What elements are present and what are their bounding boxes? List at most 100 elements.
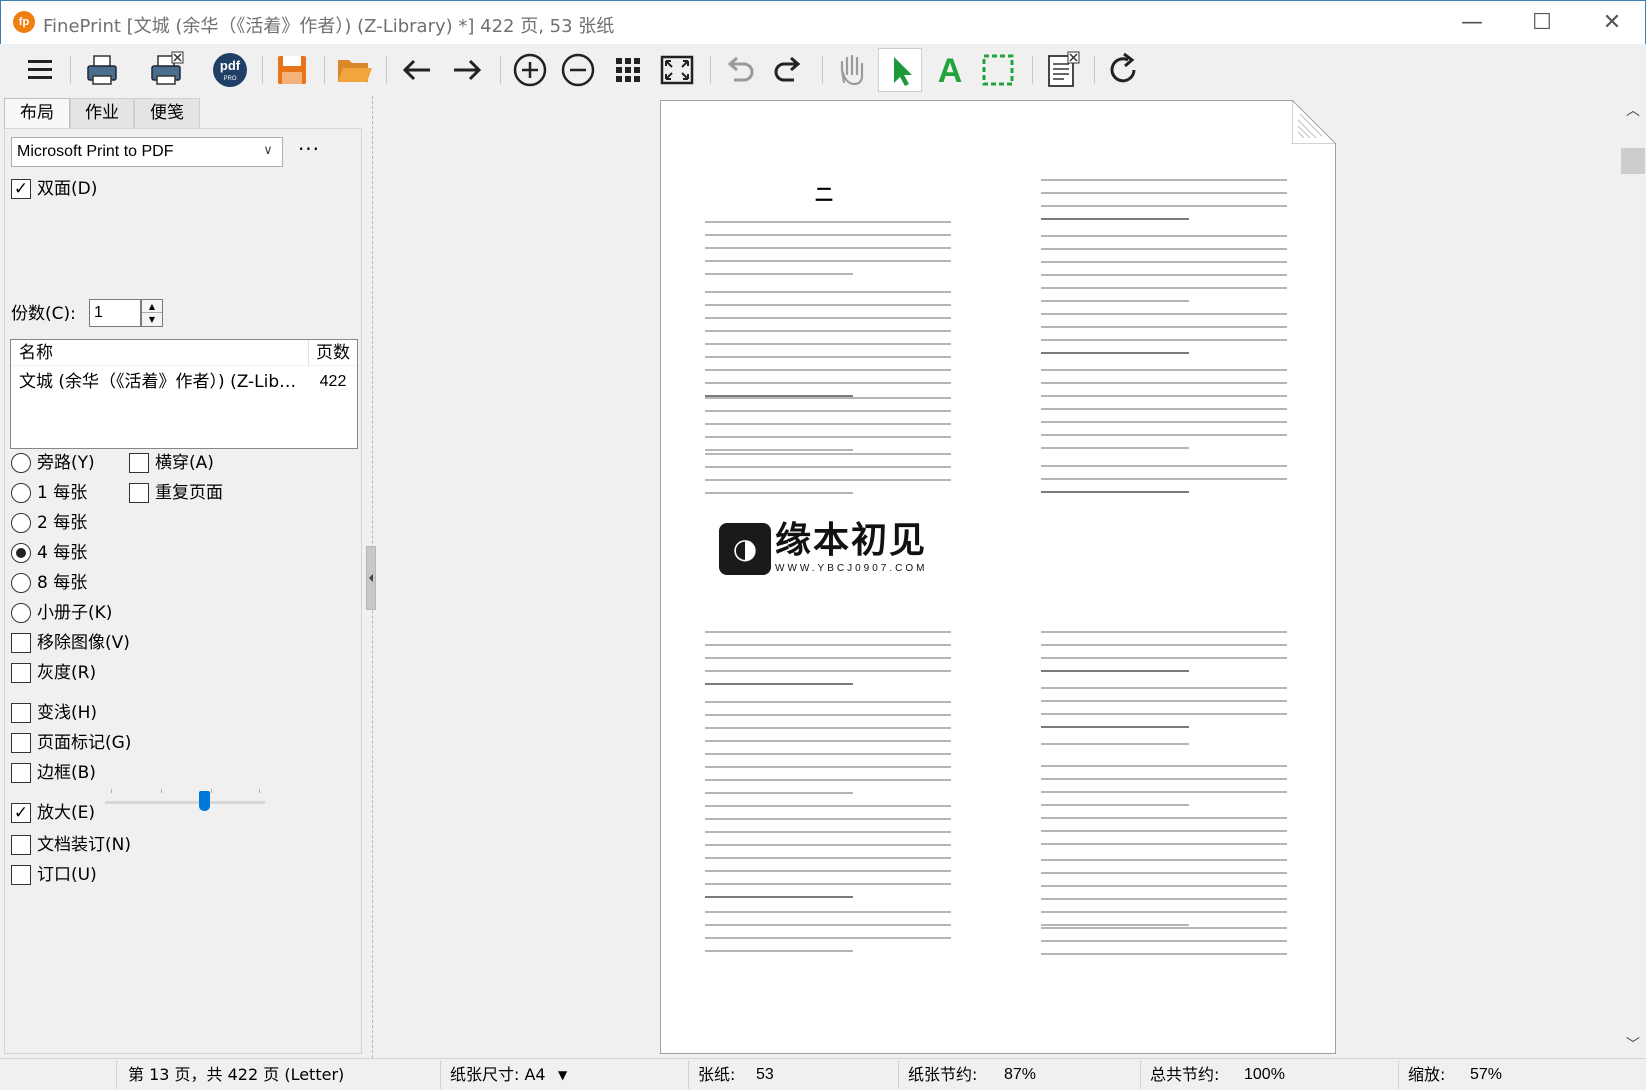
- watermark-url: WWW.YBCJ0907.COM: [775, 563, 928, 574]
- toolbar-separator: [500, 56, 501, 84]
- status-separator: [898, 1061, 899, 1089]
- select-tool-button[interactable]: [878, 48, 922, 92]
- duplex-label: 双面(D): [37, 179, 98, 199]
- radio-1-per-sheet[interactable]: [11, 483, 31, 503]
- 2-per-sheet-label: 2 每张: [37, 513, 88, 533]
- paper-size[interactable]: 纸张尺寸: A4: [450, 1059, 546, 1090]
- scroll-thumb[interactable]: [1621, 148, 1645, 174]
- scroll-down-icon[interactable]: ﹀: [1620, 1034, 1646, 1058]
- menu-icon: [28, 60, 52, 79]
- arrow-left-icon: [402, 59, 430, 81]
- text-block: [1041, 743, 1287, 756]
- scroll-up-icon[interactable]: ︿: [1620, 100, 1646, 124]
- 4-per-sheet-label: 4 每张: [37, 543, 88, 563]
- column-header-name[interactable]: 名称: [11, 340, 309, 366]
- slider-thumb[interactable]: [199, 791, 210, 811]
- repeat-pages-checkbox[interactable]: [129, 483, 149, 503]
- save-icon: [278, 56, 306, 84]
- refresh-button[interactable]: [1102, 48, 1146, 92]
- grid-view-button[interactable]: [606, 48, 650, 92]
- spin-down-icon[interactable]: ▼: [142, 313, 162, 326]
- radio-booklet[interactable]: [11, 603, 31, 623]
- document-name[interactable]: 文城 (余华（《活着》作者）) (Z-Library): [19, 370, 303, 394]
- maximize-button[interactable]: ☐: [1507, 1, 1577, 45]
- text-block: [705, 631, 951, 696]
- radio-8-per-sheet[interactable]: [11, 573, 31, 593]
- tab-notes[interactable]: 便笺: [134, 98, 200, 128]
- pdf-pro-button[interactable]: pdf PRO: [208, 48, 252, 92]
- binding-checkbox[interactable]: [11, 835, 31, 855]
- copies-stepper[interactable]: ▲ ▼: [141, 299, 163, 327]
- pdf-pro-icon: pdf PRO: [213, 53, 247, 87]
- grayscale-checkbox[interactable]: [11, 663, 31, 683]
- previous-button[interactable]: [396, 48, 440, 92]
- delete-page-button[interactable]: [1040, 48, 1084, 92]
- remove-images-label: 移除图像(V): [37, 633, 130, 653]
- preview-area[interactable]: 二 ◑ 缘本初见 WWW.YBCJ0907.COM: [378, 96, 1620, 1058]
- remove-images-checkbox[interactable]: [11, 633, 31, 653]
- repeat-pages-label: 重复页面: [155, 483, 223, 503]
- fit-page-button[interactable]: [655, 48, 699, 92]
- text-block: [1041, 859, 1287, 937]
- radio-bypass[interactable]: [11, 453, 31, 473]
- print-icon: [87, 55, 117, 85]
- text-block: [1041, 313, 1287, 365]
- enlarge-checkbox[interactable]: ✓: [11, 803, 31, 823]
- enlarge-slider[interactable]: [105, 785, 265, 815]
- window-title: FinePrint [文城 (余华（《活着》作者）) (Z-Library) *…: [43, 16, 615, 37]
- landscape-label: 横穿(A): [155, 453, 214, 473]
- lighten-label: 变浅(H): [37, 703, 98, 723]
- booklet-label: 小册子(K): [37, 603, 113, 623]
- radio-4-per-sheet[interactable]: [11, 543, 31, 563]
- zoom-in-button[interactable]: [508, 48, 552, 92]
- column-header-pages[interactable]: 页数: [309, 340, 357, 366]
- open-button[interactable]: [332, 48, 376, 92]
- printer-select[interactable]: Microsoft Print to PDF: [11, 137, 283, 167]
- save-button[interactable]: [270, 48, 314, 92]
- landscape-checkbox[interactable]: [129, 453, 149, 473]
- staple-checkbox[interactable]: [11, 865, 31, 885]
- text-block: [1041, 465, 1287, 504]
- close-button[interactable]: ✕: [1577, 1, 1646, 45]
- page-info: 第 13 页，共 422 页 (Letter): [128, 1065, 345, 1084]
- redo-button[interactable]: [766, 48, 810, 92]
- total-saving-label: 总共节约:: [1150, 1065, 1220, 1084]
- vertical-scrollbar[interactable]: ︿ ﹀: [1620, 96, 1646, 1058]
- select-arrow-icon: [894, 57, 912, 86]
- menu-button[interactable]: [18, 48, 62, 92]
- text-block: [705, 453, 951, 505]
- toolbar: pdf PRO A: [0, 44, 1646, 96]
- spin-up-icon[interactable]: ▲: [142, 300, 162, 313]
- print-button[interactable]: [80, 48, 124, 92]
- undo-button[interactable]: [718, 48, 762, 92]
- zoom-value: 57%: [1470, 1066, 1503, 1083]
- copies-label: 份数(C):: [11, 304, 76, 324]
- page-marks-checkbox[interactable]: [11, 733, 31, 753]
- tab-layout[interactable]: 布局: [4, 98, 70, 128]
- printer-properties-button[interactable]: ···: [295, 137, 323, 167]
- text-block: [1041, 765, 1287, 817]
- next-button[interactable]: [444, 48, 488, 92]
- zoom-out-button[interactable]: [556, 48, 600, 92]
- tab-jobs[interactable]: 作业: [70, 98, 134, 128]
- marquee-tool-button[interactable]: [976, 48, 1020, 92]
- redo-icon: [774, 56, 801, 82]
- radio-2-per-sheet[interactable]: [11, 513, 31, 533]
- page-marks-label: 页面标记(G): [37, 733, 132, 753]
- collapse-panel-handle[interactable]: [366, 546, 376, 610]
- hand-icon: [840, 54, 864, 86]
- duplex-checkbox[interactable]: ✓: [11, 179, 31, 199]
- hand-tool-button[interactable]: [830, 48, 874, 92]
- lighten-checkbox[interactable]: [11, 703, 31, 723]
- minimize-button[interactable]: —: [1437, 1, 1507, 45]
- status-separator: [1140, 1061, 1141, 1089]
- text-tool-button[interactable]: A: [928, 48, 972, 92]
- copies-input[interactable]: 1: [89, 299, 141, 327]
- chevron-down-icon[interactable]: ∨: [253, 137, 283, 167]
- preview-page[interactable]: 二 ◑ 缘本初见 WWW.YBCJ0907.COM: [660, 98, 1338, 1054]
- paper-size-dropdown-icon[interactable]: ▼: [558, 1059, 567, 1090]
- document-list[interactable]: 名称 页数 文城 (余华（《活着》作者）) (Z-Library) 422: [10, 339, 358, 449]
- binding-label: 文档装订(N): [37, 835, 131, 855]
- border-checkbox[interactable]: [11, 763, 31, 783]
- print-cancel-button[interactable]: [144, 48, 188, 92]
